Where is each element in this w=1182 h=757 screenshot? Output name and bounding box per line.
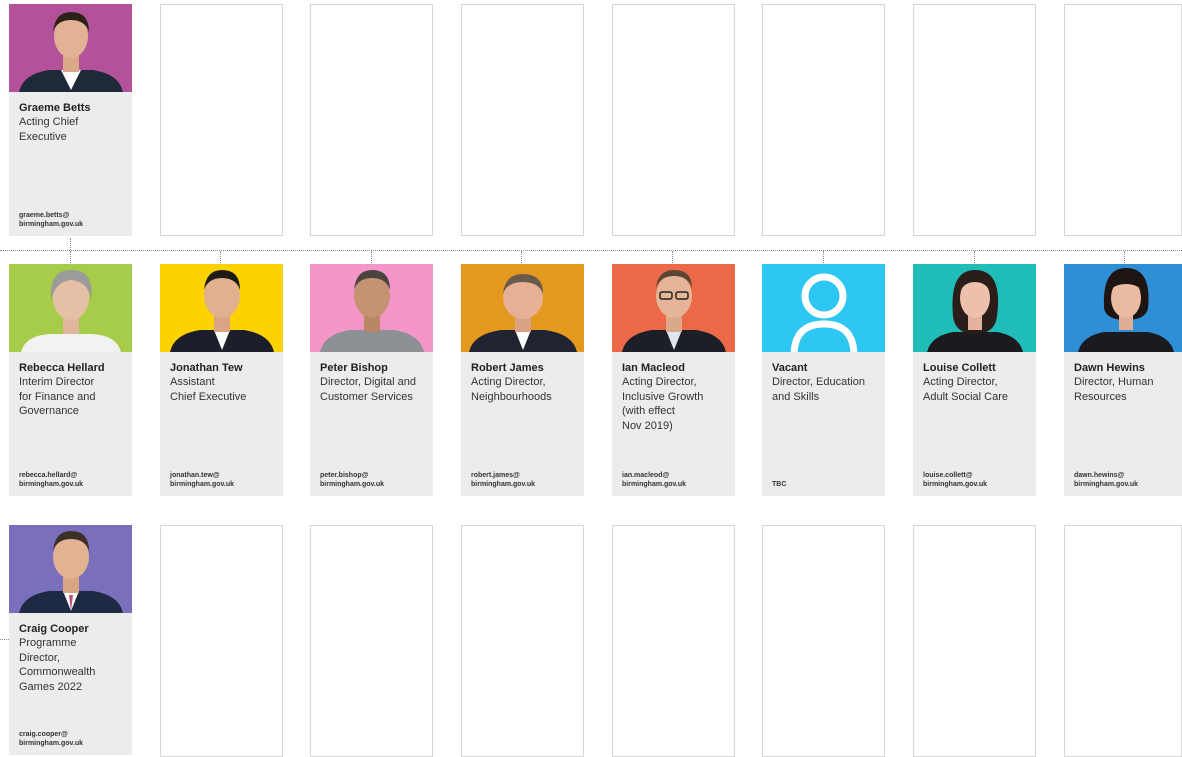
person-role: Director, Human Resources xyxy=(1074,376,1154,403)
connector-tick xyxy=(220,251,221,263)
profile-photo xyxy=(9,264,132,352)
person-name: Jonathan Tew xyxy=(170,362,243,374)
org-connector-line xyxy=(0,250,1182,251)
person-photo-icon xyxy=(612,264,735,352)
person-photo-icon xyxy=(9,4,132,92)
person-email[interactable]: jonathan.tew@ birmingham.gov.uk xyxy=(170,471,234,489)
person-email[interactable]: louise.collett@ birmingham.gov.uk xyxy=(923,471,987,489)
profile-photo xyxy=(461,264,584,352)
connector-tick xyxy=(371,251,372,263)
person-role: Director, Education and Skills xyxy=(772,376,865,403)
person-name: Robert James xyxy=(471,362,544,374)
profile-photo xyxy=(310,264,433,352)
placeholder-person-icon xyxy=(762,264,885,352)
empty-card xyxy=(160,525,283,757)
profile-photo xyxy=(762,264,885,352)
connector-tick xyxy=(672,251,673,263)
profile-photo xyxy=(9,525,132,613)
profile-photo xyxy=(160,264,283,352)
profile-card-ian-macleod: Ian Macleod Acting Director, Inclusive G… xyxy=(612,264,735,496)
side-connector xyxy=(0,639,9,640)
connector-tick xyxy=(70,251,71,263)
person-name: Rebecca Hellard xyxy=(19,362,105,374)
connector-tick xyxy=(823,251,824,263)
person-email[interactable]: robert.james@ birmingham.gov.uk xyxy=(471,471,535,489)
person-email[interactable]: peter.bishop@ birmingham.gov.uk xyxy=(320,471,384,489)
profile-card-dawn-hewins: Dawn Hewins Director, Human Resources da… xyxy=(1064,264,1182,496)
profile-card-peter-bishop: Peter Bishop Director, Digital and Custo… xyxy=(310,264,433,496)
profile-photo xyxy=(9,4,132,92)
empty-card xyxy=(310,4,433,236)
person-photo-icon xyxy=(9,264,132,352)
connector-tick xyxy=(70,238,71,250)
person-role: Acting Director, Adult Social Care xyxy=(923,376,1008,403)
person-name: Craig Cooper xyxy=(19,623,89,635)
person-role: Interim Director for Finance and Governa… xyxy=(19,376,96,417)
person-name: Ian Macleod xyxy=(622,362,685,374)
profile-photo xyxy=(612,264,735,352)
empty-card xyxy=(612,525,735,757)
person-email[interactable]: craig.cooper@ birmingham.gov.uk xyxy=(19,730,83,748)
person-email[interactable]: graeme.betts@ birmingham.gov.uk xyxy=(19,211,83,229)
person-name: Peter Bishop xyxy=(320,362,388,374)
person-photo-icon xyxy=(160,264,283,352)
empty-card xyxy=(461,4,584,236)
person-name: Louise Collett xyxy=(923,362,996,374)
empty-card xyxy=(612,4,735,236)
person-photo-icon xyxy=(1064,264,1182,352)
person-role: Acting Director, Neighbourhoods xyxy=(471,376,552,403)
person-name: Graeme Betts xyxy=(19,102,91,114)
profile-photo xyxy=(1064,264,1182,352)
empty-card xyxy=(461,525,584,757)
connector-tick xyxy=(1124,251,1125,263)
empty-card xyxy=(913,4,1036,236)
person-role: Programme Director, Commonwealth Games 2… xyxy=(19,637,96,693)
person-name: Dawn Hewins xyxy=(1074,362,1145,374)
connector-tick xyxy=(521,251,522,263)
connector-tick xyxy=(974,251,975,263)
profile-card-craig-cooper: Craig Cooper Programme Director, Commonw… xyxy=(9,525,132,755)
person-email[interactable]: ian.macleod@ birmingham.gov.uk xyxy=(622,471,686,489)
empty-card xyxy=(762,525,885,757)
empty-card xyxy=(762,4,885,236)
empty-card xyxy=(913,525,1036,757)
person-role: Assistant Chief Executive xyxy=(170,376,247,403)
profile-card-louise-collett: Louise Collett Acting Director, Adult So… xyxy=(913,264,1036,496)
person-photo-icon xyxy=(310,264,433,352)
empty-card xyxy=(1064,525,1182,757)
profile-card-vacant: Vacant Director, Education and Skills TB… xyxy=(762,264,885,496)
person-role: Acting Chief Executive xyxy=(19,116,79,143)
person-email[interactable]: rebecca.hellard@ birmingham.gov.uk xyxy=(19,471,83,489)
person-photo-icon xyxy=(461,264,584,352)
person-role: Acting Director, Inclusive Growth (with … xyxy=(622,376,704,432)
person-photo-icon xyxy=(913,264,1036,352)
profile-photo xyxy=(913,264,1036,352)
profile-card-robert-james: Robert James Acting Director, Neighbourh… xyxy=(461,264,584,496)
person-email: TBC xyxy=(772,481,787,488)
empty-card xyxy=(310,525,433,757)
person-name: Vacant xyxy=(772,362,808,374)
empty-card xyxy=(1064,4,1182,236)
person-email[interactable]: dawn.hewins@ birmingham.gov.uk xyxy=(1074,471,1138,489)
profile-card-rebecca-hellard: Rebecca Hellard Interim Director for Fin… xyxy=(9,264,132,496)
profile-card-graeme-betts: Graeme Betts Acting Chief Executive grae… xyxy=(9,4,132,236)
empty-card xyxy=(160,4,283,236)
person-photo-icon xyxy=(9,525,132,613)
profile-card-jonathan-tew: Jonathan Tew Assistant Chief Executive j… xyxy=(160,264,283,496)
person-role: Director, Digital and Customer Services xyxy=(320,376,416,403)
